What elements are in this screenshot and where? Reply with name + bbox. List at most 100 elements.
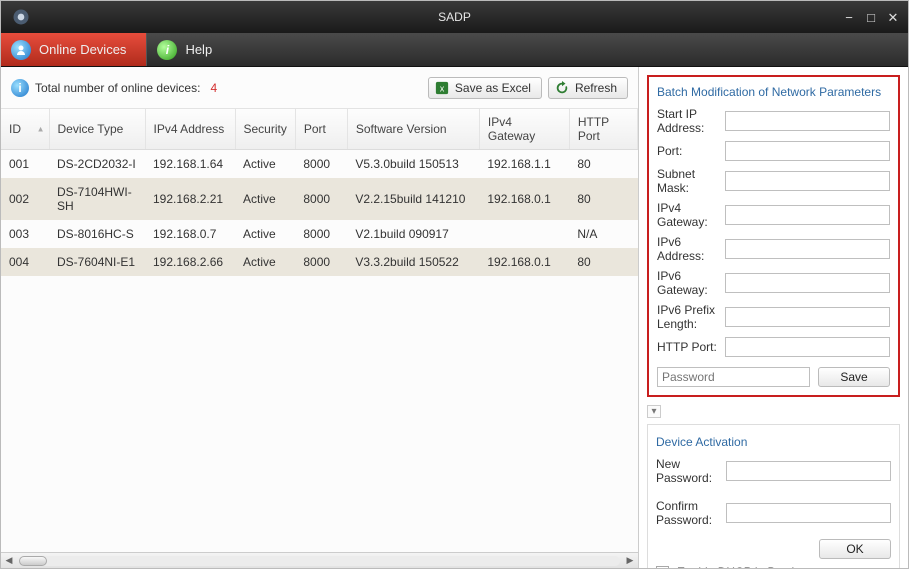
device-table: ID▲ Device Type IPv4 Address Security Po…	[1, 109, 638, 276]
scroll-left-button[interactable]: ◀	[1, 553, 17, 568]
close-button[interactable]: ✕	[886, 10, 900, 24]
new-password-input[interactable]	[726, 461, 891, 481]
batch-password-input[interactable]	[657, 367, 810, 387]
cell-ipv4-address: 192.168.2.66	[145, 248, 235, 276]
cell-http-port: 80	[569, 178, 637, 220]
subnet-mask-label: Subnet Mask:	[657, 167, 719, 195]
cell-software-version: V5.3.0build 150513	[347, 150, 479, 179]
left-pane: i Total number of online devices: 4 x Sa…	[1, 67, 639, 568]
save-as-excel-button[interactable]: x Save as Excel	[428, 77, 542, 99]
ipv4-gateway-input[interactable]	[725, 205, 890, 225]
right-pane: Batch Modification of Network Parameters…	[639, 67, 908, 568]
col-ipv4-address[interactable]: IPv4 Address	[145, 109, 235, 150]
excel-icon: x	[435, 81, 449, 95]
port-input[interactable]	[725, 141, 890, 161]
col-id[interactable]: ID▲	[1, 109, 49, 150]
http-port-input[interactable]	[725, 337, 890, 357]
start-ip-input[interactable]	[725, 111, 890, 131]
refresh-icon	[555, 81, 569, 95]
batch-save-button[interactable]: Save	[818, 367, 890, 387]
col-software-version[interactable]: Software Version	[347, 109, 479, 150]
batch-panel-title: Batch Modification of Network Parameters	[657, 85, 890, 99]
ipv6-prefix-input[interactable]	[725, 307, 890, 327]
chevron-down-icon[interactable]: ▾	[647, 405, 661, 418]
ok-button[interactable]: OK	[819, 539, 891, 559]
new-password-label: New Password:	[656, 457, 720, 485]
device-activation-panel: Device Activation New Password: Confirm …	[647, 424, 900, 568]
cell-id: 002	[1, 178, 49, 220]
ipv6-gateway-label: IPv6 Gateway:	[657, 269, 719, 297]
cell-port: 8000	[295, 248, 347, 276]
refresh-button[interactable]: Refresh	[548, 77, 628, 99]
cell-software-version: V2.2.15build 141210	[347, 178, 479, 220]
http-port-label: HTTP Port:	[657, 340, 719, 354]
cell-device-type: DS-7104HWI-SH	[49, 178, 145, 220]
devices-icon	[11, 40, 31, 60]
col-port[interactable]: Port	[295, 109, 347, 150]
cell-ipv4-address: 192.168.1.64	[145, 150, 235, 179]
cell-device-type: DS-2CD2032-I	[49, 150, 145, 179]
cell-ipv4-gateway: 192.168.1.1	[479, 150, 569, 179]
cell-http-port: 80	[569, 248, 637, 276]
table-row[interactable]: 001DS-2CD2032-I192.168.1.64Active8000V5.…	[1, 150, 638, 179]
table-row[interactable]: 003DS-8016HC-S192.168.0.7Active8000V2.1b…	[1, 220, 638, 248]
cell-ipv4-address: 192.168.0.7	[145, 220, 235, 248]
cell-port: 8000	[295, 178, 347, 220]
ipv6-address-label: IPv6 Address:	[657, 235, 719, 263]
scroll-thumb[interactable]	[19, 556, 47, 566]
cell-ipv4-gateway: 192.168.0.1	[479, 178, 569, 220]
cell-security: Active	[235, 220, 295, 248]
total-devices-label: Total number of online devices:	[35, 81, 200, 95]
tab-help-label: Help	[185, 42, 212, 57]
app-logo-icon	[9, 5, 33, 29]
confirm-password-input[interactable]	[726, 503, 891, 523]
ipv4-gateway-label: IPv4 Gateway:	[657, 201, 719, 229]
cell-security: Active	[235, 248, 295, 276]
subnet-mask-input[interactable]	[725, 171, 890, 191]
info-icon: i	[11, 79, 29, 97]
app-title: SADP	[1, 10, 908, 24]
maximize-button[interactable]: □	[864, 10, 878, 24]
refresh-label: Refresh	[575, 81, 617, 95]
tab-help[interactable]: i Help	[146, 33, 232, 66]
batch-modification-panel: Batch Modification of Network Parameters…	[647, 75, 900, 397]
horizontal-scrollbar[interactable]: ◀ ▶	[1, 552, 638, 568]
table-row[interactable]: 004DS-7604NI-E1192.168.2.66Active8000V3.…	[1, 248, 638, 276]
title-bar: SADP − □ ✕	[1, 1, 908, 33]
col-ipv4-gateway[interactable]: IPv4 Gateway	[479, 109, 569, 150]
col-security[interactable]: Security	[235, 109, 295, 150]
cell-http-port: N/A	[569, 220, 637, 248]
cell-software-version: V3.3.2build 150522	[347, 248, 479, 276]
ipv6-gateway-input[interactable]	[725, 273, 890, 293]
save-as-excel-label: Save as Excel	[455, 81, 531, 95]
cell-device-type: DS-8016HC-S	[49, 220, 145, 248]
tab-online-devices[interactable]: Online Devices	[1, 33, 146, 66]
cell-id: 001	[1, 150, 49, 179]
minimize-button[interactable]: −	[842, 10, 856, 24]
cell-software-version: V2.1build 090917	[347, 220, 479, 248]
cell-ipv4-gateway	[479, 220, 569, 248]
cell-security: Active	[235, 178, 295, 220]
start-ip-label: Start IP Address:	[657, 107, 719, 135]
port-label: Port:	[657, 144, 719, 158]
ipv6-address-input[interactable]	[725, 239, 890, 259]
col-http-port[interactable]: HTTP Port	[569, 109, 637, 150]
cell-security: Active	[235, 150, 295, 179]
scroll-right-button[interactable]: ▶	[622, 553, 638, 568]
help-icon: i	[157, 40, 177, 60]
cell-device-type: DS-7604NI-E1	[49, 248, 145, 276]
cell-ipv4-address: 192.168.2.21	[145, 178, 235, 220]
ipv6-prefix-label: IPv6 Prefix Length:	[657, 303, 719, 331]
device-table-wrap: ID▲ Device Type IPv4 Address Security Po…	[1, 109, 638, 552]
tab-online-devices-label: Online Devices	[39, 42, 126, 57]
scroll-track[interactable]	[19, 556, 620, 566]
menu-bar: Online Devices i Help	[1, 33, 908, 67]
enable-dhcp-checkbox[interactable]	[656, 566, 669, 569]
toolbar: i Total number of online devices: 4 x Sa…	[1, 67, 638, 109]
table-row[interactable]: 002DS-7104HWI-SH192.168.2.21Active8000V2…	[1, 178, 638, 220]
cell-port: 8000	[295, 150, 347, 179]
col-device-type[interactable]: Device Type	[49, 109, 145, 150]
cell-port: 8000	[295, 220, 347, 248]
cell-id: 003	[1, 220, 49, 248]
cell-ipv4-gateway: 192.168.0.1	[479, 248, 569, 276]
